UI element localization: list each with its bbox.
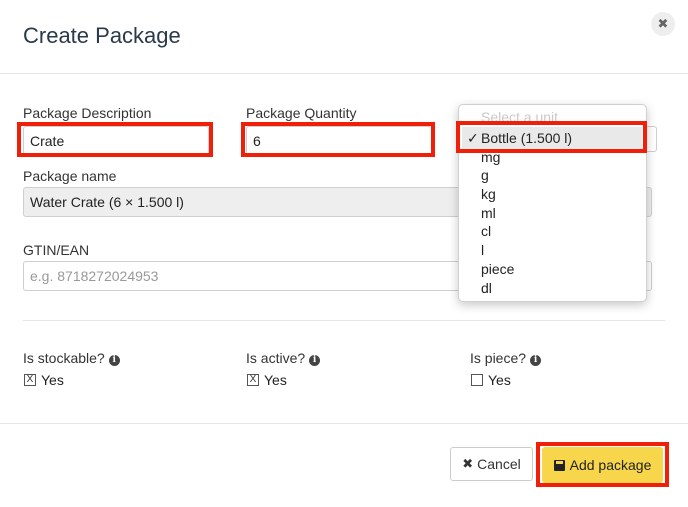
unit-option[interactable]: kg bbox=[481, 185, 496, 203]
quantity-label: Package Quantity bbox=[246, 105, 357, 121]
gtin-placeholder: e.g. 8718272024953 bbox=[30, 268, 159, 284]
unit-option-selected[interactable]: ✓ Bottle (1.500 l) bbox=[462, 127, 642, 149]
description-label: Package Description bbox=[23, 105, 152, 121]
unit-option[interactable]: dl bbox=[481, 279, 492, 297]
gtin-label: GTIN/EAN bbox=[23, 242, 90, 258]
save-icon bbox=[553, 459, 565, 471]
checkmark-icon: ✓ bbox=[467, 130, 479, 146]
piece-label-text: Is piece? bbox=[470, 350, 527, 366]
cancel-button[interactable]: ✖ Cancel bbox=[450, 447, 533, 481]
description-value: Crate bbox=[30, 133, 65, 149]
active-label-text: Is active? bbox=[246, 350, 306, 366]
close-icon[interactable]: ✖ bbox=[651, 12, 675, 36]
quantity-value: 6 bbox=[253, 133, 261, 149]
add-package-button-label: Add package bbox=[569, 457, 652, 473]
add-package-button[interactable]: Add package bbox=[542, 447, 663, 483]
stockable-checkbox[interactable]: X bbox=[24, 374, 36, 386]
package-name-value: Water Crate (6 × 1.500 l) bbox=[30, 194, 184, 210]
piece-label: Is piece? i bbox=[470, 350, 542, 366]
modal-title: Create Package bbox=[23, 23, 181, 48]
piece-checkbox[interactable] bbox=[471, 374, 483, 386]
modal-header: Create Package ✖ bbox=[0, 0, 688, 74]
section-divider bbox=[23, 320, 665, 321]
info-icon[interactable]: i bbox=[530, 355, 542, 366]
unit-dropdown[interactable]: Select a unit ✓ Bottle (1.500 l) mg g kg… bbox=[458, 104, 647, 302]
stockable-label-text: Is stockable? bbox=[23, 350, 105, 366]
create-package-modal: Create Package ✖ Package Description Cra… bbox=[0, 0, 688, 506]
piece-option-label: Yes bbox=[488, 372, 511, 388]
info-icon[interactable]: i bbox=[309, 355, 321, 366]
description-input[interactable]: Crate bbox=[23, 126, 209, 156]
unit-option[interactable]: mg bbox=[481, 148, 500, 166]
unit-option[interactable]: cl bbox=[481, 222, 491, 240]
stockable-label: Is stockable? i bbox=[23, 350, 120, 366]
active-label: Is active? i bbox=[246, 350, 321, 366]
package-name-label: Package name bbox=[23, 168, 117, 184]
unit-option[interactable]: piece bbox=[481, 260, 514, 278]
unit-option[interactable]: l bbox=[481, 241, 484, 259]
unit-option[interactable]: ml bbox=[481, 204, 496, 222]
active-option-label: Yes bbox=[264, 372, 287, 388]
unit-option-selected-label: Bottle (1.500 l) bbox=[481, 130, 573, 146]
unit-option[interactable]: g bbox=[481, 166, 489, 184]
quantity-input[interactable]: 6 bbox=[246, 126, 432, 156]
info-icon[interactable]: i bbox=[108, 355, 120, 366]
stockable-option-label: Yes bbox=[41, 372, 64, 388]
unit-placeholder-option: Select a unit bbox=[481, 109, 559, 125]
active-checkbox[interactable]: X bbox=[247, 374, 259, 386]
cancel-button-label: Cancel bbox=[477, 456, 521, 472]
close-icon: ✖ bbox=[462, 456, 474, 471]
